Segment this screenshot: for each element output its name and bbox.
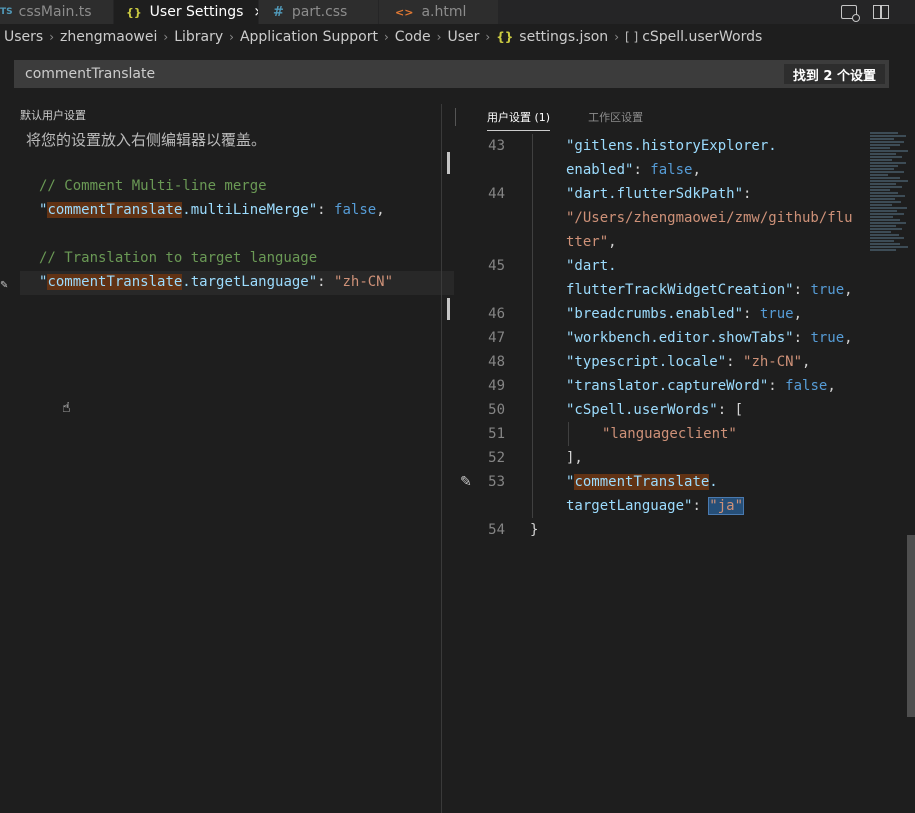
- split-editor-icon[interactable]: [873, 5, 889, 19]
- line-number: 49: [488, 378, 505, 394]
- settings-search-box: 找到 2 个设置: [14, 60, 889, 88]
- settings-search-input[interactable]: [25, 66, 725, 82]
- tab-part-css[interactable]: # part.css: [259, 0, 379, 24]
- line-number: 51: [488, 426, 505, 442]
- breadcrumb-item[interactable]: User: [447, 29, 479, 45]
- code-line: enabled": false,: [566, 162, 701, 178]
- chevron-right-icon: ›: [485, 30, 491, 44]
- code-line: "commentTranslate.multiLineMerge": false…: [39, 202, 385, 218]
- chevron-right-icon: ›: [436, 30, 442, 44]
- tab-cssmain-ts[interactable]: TS cssMain.ts: [0, 0, 114, 24]
- tab-label: cssMain.ts: [18, 4, 92, 20]
- open-settings-json-icon[interactable]: [841, 5, 860, 22]
- default-settings-hint: 将您的设置放入右侧编辑器以覆盖。: [26, 131, 267, 149]
- tab-user-settings[interactable]: {} User Settings ×: [114, 0, 259, 24]
- chevron-right-icon: ›: [614, 30, 619, 44]
- line-number: 45: [488, 258, 505, 274]
- code-line: // Comment Multi-line merge: [39, 178, 267, 194]
- json-file-icon: {}: [496, 30, 514, 44]
- code-line: "languageclient": [602, 426, 737, 442]
- default-settings-header: 默认用户设置: [20, 109, 86, 122]
- tab-label: User Settings: [149, 4, 244, 20]
- code-line: "translator.captureWord": false,: [566, 378, 836, 394]
- code-line: "dart.flutterSdkPath":: [566, 186, 752, 202]
- breadcrumb-item[interactable]: Code: [395, 29, 431, 45]
- typescript-file-icon: TS: [0, 7, 13, 17]
- vertical-scrollbar-thumb[interactable]: [907, 535, 915, 717]
- settings-scope-tabs: 用户设置 (1) 工作区设置: [487, 109, 643, 131]
- editor-tab-bar: TS cssMain.ts {} User Settings × # part.…: [0, 0, 915, 24]
- css-file-icon: #: [273, 4, 284, 20]
- line-number: 54: [488, 522, 505, 538]
- tab-label: a.html: [421, 4, 467, 20]
- line-number: 52: [488, 450, 505, 466]
- indent-guide: [568, 422, 569, 446]
- json-file-icon: {}: [126, 5, 142, 19]
- scrollbar-marker: [447, 152, 450, 174]
- indent-guide: [532, 134, 533, 518]
- tab-workspace-settings-scope[interactable]: 工作区设置: [588, 109, 643, 131]
- search-result-count: 找到 2 个设置: [783, 64, 885, 84]
- code-line: targetLanguage": "ja": [566, 497, 745, 515]
- code-line: tter",: [566, 234, 617, 250]
- chevron-right-icon: ›: [163, 30, 169, 44]
- breadcrumb-item[interactable]: settings.json: [519, 29, 608, 45]
- selected-text: "ja": [708, 497, 745, 515]
- editor-actions: [841, 0, 915, 24]
- code-line: }: [530, 522, 539, 538]
- pane-separator: [455, 108, 456, 126]
- edit-pencil-icon[interactable]: ✎: [460, 474, 472, 490]
- breadcrumb-item[interactable]: cSpell.userWords: [642, 29, 762, 45]
- chevron-right-icon: ›: [229, 30, 234, 44]
- scrollbar-marker: [447, 298, 450, 320]
- code-line: "commentTranslate.: [566, 474, 718, 490]
- tab-user-settings-scope[interactable]: 用户设置 (1): [487, 109, 551, 131]
- line-number: 48: [488, 354, 505, 370]
- code-line: "workbench.editor.showTabs": true,: [566, 330, 853, 346]
- code-line: "breadcrumbs.enabled": true,: [566, 306, 803, 322]
- code-line: "gitlens.historyExplorer.: [566, 138, 777, 154]
- edit-pencil-icon[interactable]: ✎: [0, 280, 8, 291]
- code-line: "commentTranslate.targetLanguage": "zh-C…: [39, 274, 394, 290]
- chevron-right-icon: ›: [49, 30, 55, 44]
- line-number: 43: [488, 138, 505, 154]
- tab-a-html[interactable]: <> a.html: [379, 0, 499, 24]
- minimap[interactable]: [870, 132, 910, 282]
- code-line: flutterTrackWidgetCreation": true,: [566, 282, 853, 298]
- code-line: "dart.: [566, 258, 617, 274]
- array-symbol-icon: [ ]: [625, 30, 639, 44]
- code-line: "/Users/zhengmaowei/zmw/github/flu: [566, 210, 853, 226]
- mouse-pointer-icon: ☝: [62, 400, 71, 416]
- editor-divider[interactable]: [441, 104, 442, 813]
- breadcrumb-item[interactable]: Library: [174, 29, 223, 45]
- code-line: // Translation to target language: [39, 250, 318, 266]
- line-number: 47: [488, 330, 505, 346]
- breadcrumb-item[interactable]: zhengmaowei: [60, 29, 157, 45]
- html-file-icon: <>: [395, 5, 414, 19]
- code-line: ],: [566, 450, 583, 466]
- code-line: "cSpell.userWords": [: [566, 402, 744, 418]
- breadcrumb: Users › zhengmaowei › Library › Application…: [0, 26, 915, 48]
- tab-label: part.css: [291, 4, 348, 20]
- line-number: 44: [488, 186, 505, 202]
- breadcrumb-item[interactable]: Users: [4, 29, 43, 45]
- line-number: 46: [488, 306, 505, 322]
- breadcrumb-item[interactable]: Application Support: [240, 29, 378, 45]
- code-line: "typescript.locale": "zh-CN",: [566, 354, 811, 370]
- line-number: 50: [488, 402, 505, 418]
- chevron-right-icon: ›: [383, 30, 389, 44]
